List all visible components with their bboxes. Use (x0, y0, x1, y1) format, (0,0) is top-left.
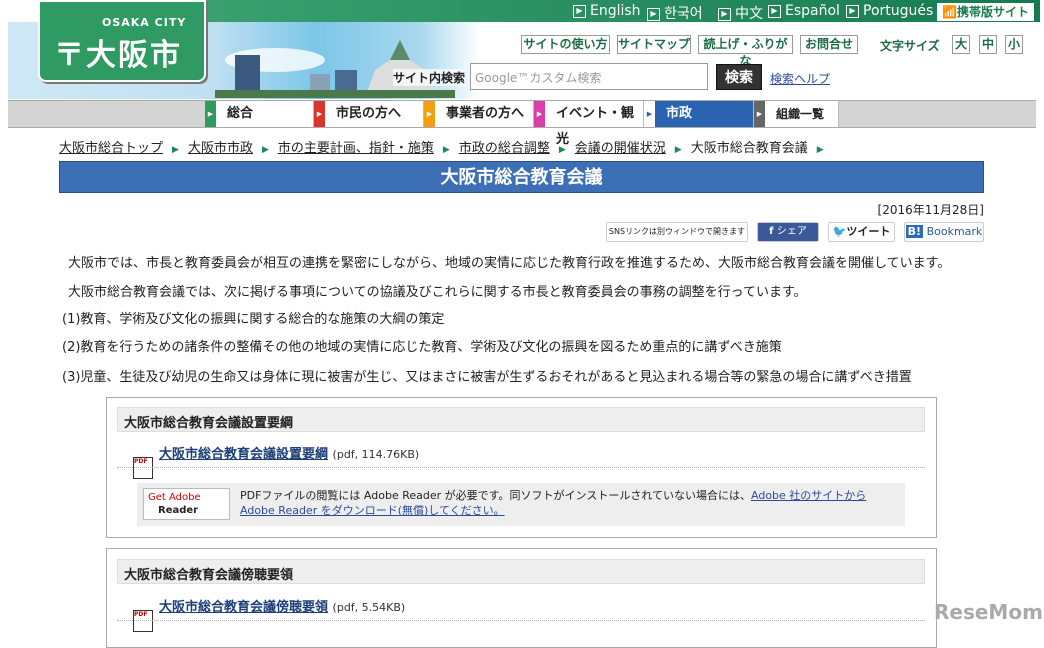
pdf-link-item: PDF 大阪市総合教育会議傍聴要領 (pdf, 5.54KB) (133, 596, 405, 632)
arrow-icon: ▶ (558, 145, 566, 155)
arrow-icon: ▶ (816, 145, 824, 155)
logo-jp: 〒大阪市 (54, 38, 182, 73)
file-size: (pdf, 5.54KB) (332, 601, 406, 614)
lang-portuguese[interactable]: Portugués (846, 3, 933, 19)
logo-en: OSAKA CITY (102, 16, 187, 29)
logo-text: Reader (158, 505, 199, 516)
font-large-button[interactable]: 大 (952, 35, 970, 54)
intro-paragraph: 大阪市では、市長と教育委員会が相互の連携を緊密にしながら、地域の実情に応じた教育… (68, 256, 951, 271)
breadcrumb-link[interactable]: 市政の総合調整 (459, 141, 550, 156)
facebook-icon: f (769, 226, 777, 237)
facebook-share-button[interactable]: f シェア (757, 222, 819, 242)
arrow-icon: ▶ (674, 145, 682, 155)
search-input[interactable]: Google™カスタム検索 (470, 63, 708, 90)
nav-events[interactable]: ▶ イベント・観光 (534, 101, 644, 147)
breadcrumb-link[interactable]: 会議の開催状況 (575, 141, 666, 156)
lang-english[interactable]: English (573, 3, 641, 19)
font-size-label: 文字サイズ (880, 39, 940, 53)
breadcrumb-link[interactable]: 大阪市総合トップ (59, 141, 163, 156)
nav-label: 組織一覧 (776, 107, 825, 121)
intro-paragraph: 大阪市総合教育会議では、次に掲げる事項についての協議及びこれらに関する市長と教育… (68, 285, 807, 300)
site-guide-button[interactable]: サイトの使い方 (521, 35, 610, 54)
font-medium-button[interactable]: 中 (979, 35, 997, 54)
nav-city-admin[interactable]: ▶ 市政 (644, 101, 754, 127)
pdf-icon: PDF (133, 610, 153, 632)
divider (117, 467, 925, 468)
nav-general[interactable]: ▶ 総合 (205, 101, 314, 127)
search-help-link[interactable]: 検索ヘルプ (770, 70, 830, 87)
lang-chinese[interactable]: 中文 (718, 3, 763, 23)
arrow-icon: ▶ (205, 101, 216, 127)
divider (117, 620, 925, 621)
breadcrumb-link[interactable]: 市の主要計画、指針・施策 (278, 141, 434, 156)
pdf-link[interactable]: 大阪市総合教育会議傍聴要領 (159, 600, 328, 615)
nav-label: 市民の方へ (336, 106, 402, 121)
twitter-icon: 🐦 (832, 225, 847, 238)
nav-business[interactable]: ▶ 事業者の方へ (424, 101, 534, 127)
facebook-label: シェア (776, 226, 807, 237)
arrow-icon: ▶ (754, 101, 765, 127)
nav-label: 事業者の方へ (446, 106, 525, 121)
pdf-link[interactable]: 大阪市総合教育会議設置要綱 (159, 447, 328, 462)
mobile-site-link[interactable]: 📶携帯版サイト (937, 3, 1034, 21)
section-heading: 大阪市総合教育会議傍聴要領 (117, 559, 925, 584)
notice-text: PDFファイルの閲覧には Adobe Reader が必要です。同ソフトがインス… (240, 489, 751, 502)
arrow-icon: ▶ (314, 101, 325, 127)
nav-label: 市政 (666, 106, 693, 121)
hatena-bookmark-button[interactable]: B! Bookmark (904, 222, 984, 242)
nav-organization[interactable]: ▶ 組織一覧 (754, 101, 839, 127)
list-item: (3)児童、生徒及び幼児の生命又は身体に現に被害が生じ、又はまさに被害が生ずるお… (62, 370, 912, 385)
publish-date: [2016年11月28日] (877, 203, 984, 217)
sitemap-button[interactable]: サイトマップ (617, 35, 691, 54)
breadcrumb-link[interactable]: 大阪市市政 (188, 141, 253, 156)
pdf-link-item: PDF 大阪市総合教育会議設置要綱 (pdf, 114.76KB) (133, 443, 419, 479)
breadcrumb-current: 大阪市総合教育会議 (690, 141, 808, 156)
arrow-icon: ▶ (534, 101, 545, 127)
breadcrumb: 大阪市総合トップ ▶ 大阪市市政 ▶ 市の主要計画、指針・施策 ▶ 市政の総合調整 ▶ 会議の開… (59, 137, 833, 156)
adobe-notice-text: PDFファイルの閲覧には Adobe Reader が必要です。同ソフトがインス… (240, 488, 900, 518)
contact-button[interactable]: お問合せ (800, 35, 858, 54)
font-small-button[interactable]: 小 (1005, 35, 1023, 54)
read-aloud-button[interactable]: 読上げ・ふりがな (698, 35, 793, 68)
nav-label: 総合 (227, 106, 254, 121)
pdf-icon: PDF (133, 457, 153, 479)
list-item: (1)教育、学術及び文化の振興に関する総合的な施策の大綱の策定 (62, 312, 445, 327)
arrow-icon: ▶ (644, 101, 655, 127)
get-adobe-reader-logo[interactable]: Get Adobe Reader (143, 488, 230, 520)
arrow-icon: ▶ (172, 145, 179, 155)
mobile-label: 携帯版サイト (956, 5, 1029, 19)
osaka-castle-skyline-image (215, 40, 455, 98)
search-label: サイト内検索 (393, 69, 466, 86)
search-button[interactable]: 検索 (716, 64, 762, 90)
lang-spanish[interactable]: Español (768, 3, 840, 19)
page-title: 大阪市総合教育会議 (59, 161, 984, 193)
arrow-icon: ▶ (261, 145, 269, 155)
section-heading: 大阪市総合教育会議設置要綱 (117, 407, 925, 432)
resemom-watermark: ReseMom (934, 600, 1043, 624)
sns-note: SNSリンクは別ウィンドウで開きます (606, 222, 748, 242)
arrow-icon: ▶ (442, 145, 450, 155)
list-item: (2)教育を行うための諸条件の整備その他の地域の実情に応じた教育、学術及び文化の… (62, 340, 782, 355)
hatena-label: Bookmark (926, 225, 983, 238)
mobile-icon: 📶 (942, 5, 957, 19)
tweet-button[interactable]: 🐦ツイート (828, 222, 895, 242)
nav-citizens[interactable]: ▶ 市民の方へ (314, 101, 424, 127)
file-size: (pdf, 114.76KB) (332, 448, 420, 461)
lang-korean[interactable]: 한국어 (647, 3, 703, 23)
osaka-city-logo[interactable]: OSAKA CITY 〒大阪市 (38, 0, 206, 82)
arrow-icon: ▶ (424, 101, 435, 127)
hatena-icon: B! (905, 225, 924, 238)
tweet-label: ツイート (846, 225, 891, 238)
logo-text: Get Adobe (148, 492, 201, 503)
